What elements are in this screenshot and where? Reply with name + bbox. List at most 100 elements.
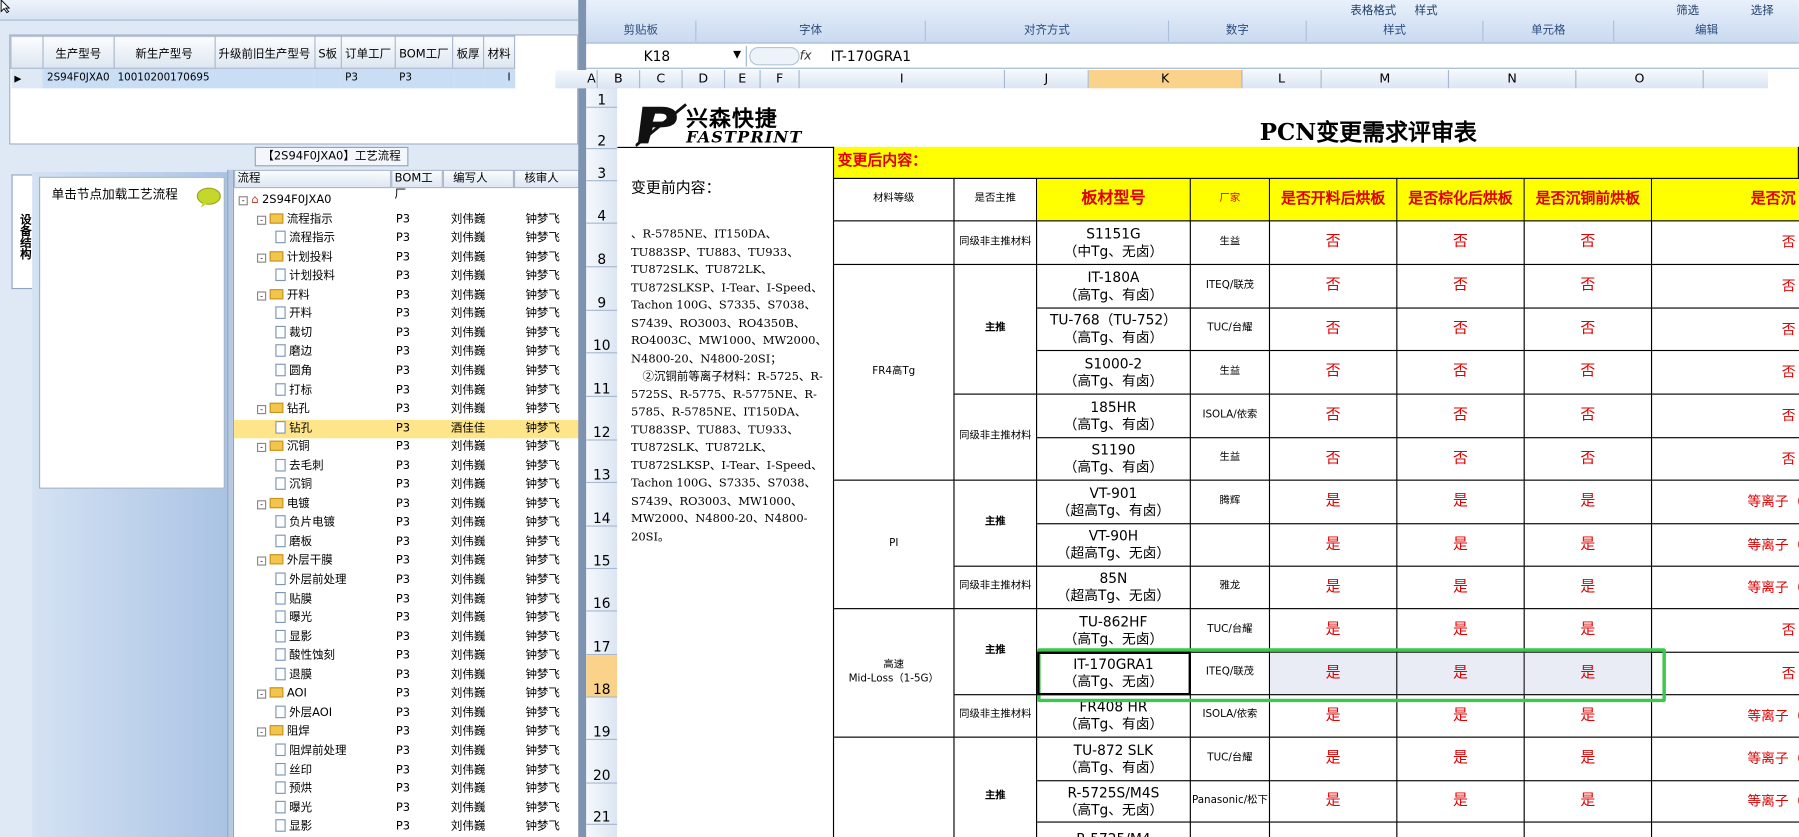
- value-cell-n[interactable]: 是: [1397, 737, 1525, 782]
- row-header[interactable]: 19: [586, 698, 618, 741]
- row-header[interactable]: 3: [586, 149, 618, 182]
- collapse-icon[interactable]: -: [256, 727, 267, 738]
- format-as-table-button[interactable]: 表格格式: [1350, 0, 1396, 18]
- cell[interactable]: 10010200170695: [113, 68, 216, 88]
- value-cell-m[interactable]: 是: [1270, 480, 1398, 525]
- tree-node[interactable]: 裁切 P3 刘伟巍 钟梦飞: [234, 325, 579, 344]
- select-button[interactable]: 选择: [1751, 0, 1774, 18]
- row-header[interactable]: 21: [586, 784, 618, 825]
- pane-splitter[interactable]: [227, 169, 233, 837]
- tree-col-bom[interactable]: BOM工厂: [391, 169, 443, 201]
- value-cell-n[interactable]: 是: [1397, 480, 1525, 525]
- row-header[interactable]: 2: [586, 108, 618, 150]
- tree-node[interactable]: - AOI P3 刘伟巍 钟梦飞: [234, 685, 579, 704]
- value-cell-m[interactable]: 否: [1270, 394, 1398, 439]
- row-header[interactable]: 14: [586, 483, 618, 527]
- model-cell[interactable]: 185HR （高Tg、有卤）: [1037, 394, 1191, 439]
- vendor-cell[interactable]: [1191, 822, 1271, 837]
- header-n[interactable]: 是否棕化后烘板: [1397, 178, 1525, 222]
- value-cell-p[interactable]: 等离子（刚性板: [1652, 738, 1799, 782]
- tree-node[interactable]: 贴膜 P3 刘伟巍 钟梦飞: [234, 590, 579, 609]
- vendor-cell[interactable]: ISOLA/依索: [1190, 394, 1271, 439]
- tree-node[interactable]: - ⌂ 2S94F0JXA0: [234, 192, 579, 211]
- model-cell[interactable]: S1190 （高Tg、有卤）: [1037, 438, 1191, 481]
- value-cell-n[interactable]: 否: [1397, 394, 1525, 439]
- main-cell[interactable]: 同级非主推材料: [954, 394, 1038, 481]
- column-header[interactable]: O: [1576, 69, 1704, 89]
- column-header[interactable]: C: [640, 69, 683, 89]
- value-cell-m[interactable]: 是: [1270, 737, 1398, 782]
- collapse-icon[interactable]: -: [256, 499, 267, 510]
- row-header[interactable]: 12: [586, 397, 618, 441]
- value-cell-p[interactable]: 等离子（刚性板: [1652, 781, 1799, 823]
- main-cell[interactable]: 同级非主推材料: [954, 221, 1038, 266]
- value-cell-o[interactable]: 否: [1524, 308, 1653, 352]
- value-cell-o[interactable]: 否: [1524, 265, 1653, 309]
- cell[interactable]: [214, 68, 315, 88]
- vendor-cell[interactable]: 生益: [1190, 438, 1271, 481]
- collapse-icon[interactable]: -: [256, 215, 267, 225]
- tree-node[interactable]: - 沉铜 P3 刘伟巍 钟梦飞: [234, 438, 579, 457]
- model-cell[interactable]: S1151G （中Tg、无卤）: [1037, 221, 1191, 266]
- col-header[interactable]: 生产型号: [42, 35, 115, 69]
- main-cell[interactable]: 主推: [954, 480, 1038, 567]
- value-cell-m[interactable]: 是: [1270, 566, 1398, 610]
- col-header[interactable]: 材料: [483, 35, 516, 69]
- column-header[interactable]: M: [1322, 69, 1450, 89]
- tree-node[interactable]: 打标 P3 刘伟巍 钟梦飞: [234, 381, 579, 400]
- value-cell-p[interactable]: 否: [1652, 309, 1799, 352]
- column-header[interactable]: F: [761, 69, 800, 89]
- collapse-icon[interactable]: -: [256, 253, 267, 263]
- tree-node[interactable]: 酸性蚀刻 P3 刘伟巍 钟梦飞: [234, 647, 579, 666]
- tree-node[interactable]: 开料 P3 刘伟巍 钟梦飞: [234, 306, 579, 325]
- row-header[interactable]: 18: [586, 655, 618, 698]
- model-cell[interactable]: 85N （超高Tg、无卤）: [1037, 566, 1191, 610]
- value-cell-p[interactable]: 否: [1652, 221, 1799, 266]
- value-cell-o[interactable]: 否: [1524, 221, 1653, 266]
- value-cell-p[interactable]: 否: [1652, 438, 1799, 481]
- fx-icon[interactable]: fx: [800, 45, 823, 68]
- column-header[interactable]: I: [800, 69, 1006, 89]
- value-cell-p[interactable]: [1652, 823, 1799, 837]
- vendor-cell[interactable]: 雅龙: [1190, 566, 1271, 610]
- main-cell[interactable]: 同级非主推材料: [954, 695, 1038, 738]
- ribbon-group-alignment[interactable]: 对齐方式: [926, 20, 1170, 42]
- row-header[interactable]: 9: [586, 267, 618, 311]
- col-header[interactable]: 升级前旧生产型号: [213, 35, 315, 69]
- tree-node[interactable]: 磨板 P3 刘伟巍 钟梦飞: [234, 533, 579, 552]
- value-cell-o[interactable]: 是: [1524, 480, 1653, 525]
- load-flow-panel[interactable]: 单击节点加载工艺流程: [39, 176, 225, 489]
- header-main[interactable]: 是否主推: [954, 178, 1038, 222]
- row-header[interactable]: 20: [586, 740, 618, 784]
- value-cell-m[interactable]: [1270, 822, 1398, 837]
- filter-button[interactable]: 筛选: [1676, 0, 1699, 18]
- header-p[interactable]: 是否沉: [1652, 178, 1799, 222]
- header-grade[interactable]: 材料等级: [834, 178, 955, 222]
- model-cell[interactable]: R-5725S/M4S （高Tg、无卤）: [1037, 781, 1191, 823]
- value-cell-m[interactable]: 否: [1270, 308, 1398, 352]
- tree-node[interactable]: - 外层干膜 P3 刘伟巍 钟梦飞: [234, 552, 579, 571]
- value-cell-m[interactable]: 否: [1270, 221, 1398, 266]
- tree-col-writer[interactable]: 编写人: [442, 169, 514, 189]
- cell[interactable]: 2S94F0JXA0: [43, 68, 115, 88]
- vendor-cell[interactable]: Panasonic/松下: [1190, 781, 1271, 823]
- value-cell-m[interactable]: 是: [1270, 609, 1398, 653]
- value-cell-o[interactable]: 否: [1524, 438, 1653, 481]
- tree-col-flow[interactable]: 流程: [234, 169, 392, 189]
- vendor-cell[interactable]: 生益: [1190, 351, 1271, 395]
- tree-node[interactable]: 退膜 P3 刘伟巍 钟梦飞: [234, 666, 579, 685]
- value-cell-n[interactable]: 是: [1397, 781, 1525, 823]
- value-cell-o[interactable]: 否: [1524, 394, 1653, 439]
- row-header[interactable]: 16: [586, 569, 618, 612]
- value-cell-o[interactable]: 是: [1524, 737, 1653, 782]
- tree-node[interactable]: 磨边 P3 刘伟巍 钟梦飞: [234, 343, 579, 362]
- value-cell-p[interactable]: 否: [1652, 395, 1799, 439]
- value-cell-n[interactable]: 是: [1397, 566, 1525, 610]
- value-cell-m[interactable]: 否: [1270, 265, 1398, 309]
- column-header[interactable]: A: [586, 69, 598, 89]
- tree-col-reviewer[interactable]: 核审人: [513, 169, 580, 189]
- after-change-band[interactable]: 变更后内容：: [834, 146, 1799, 179]
- tree-node[interactable]: 去毛刺 P3 刘伟巍 钟梦飞: [234, 457, 579, 476]
- column-header[interactable]: E: [725, 69, 761, 89]
- row-header[interactable]: 8: [586, 224, 618, 268]
